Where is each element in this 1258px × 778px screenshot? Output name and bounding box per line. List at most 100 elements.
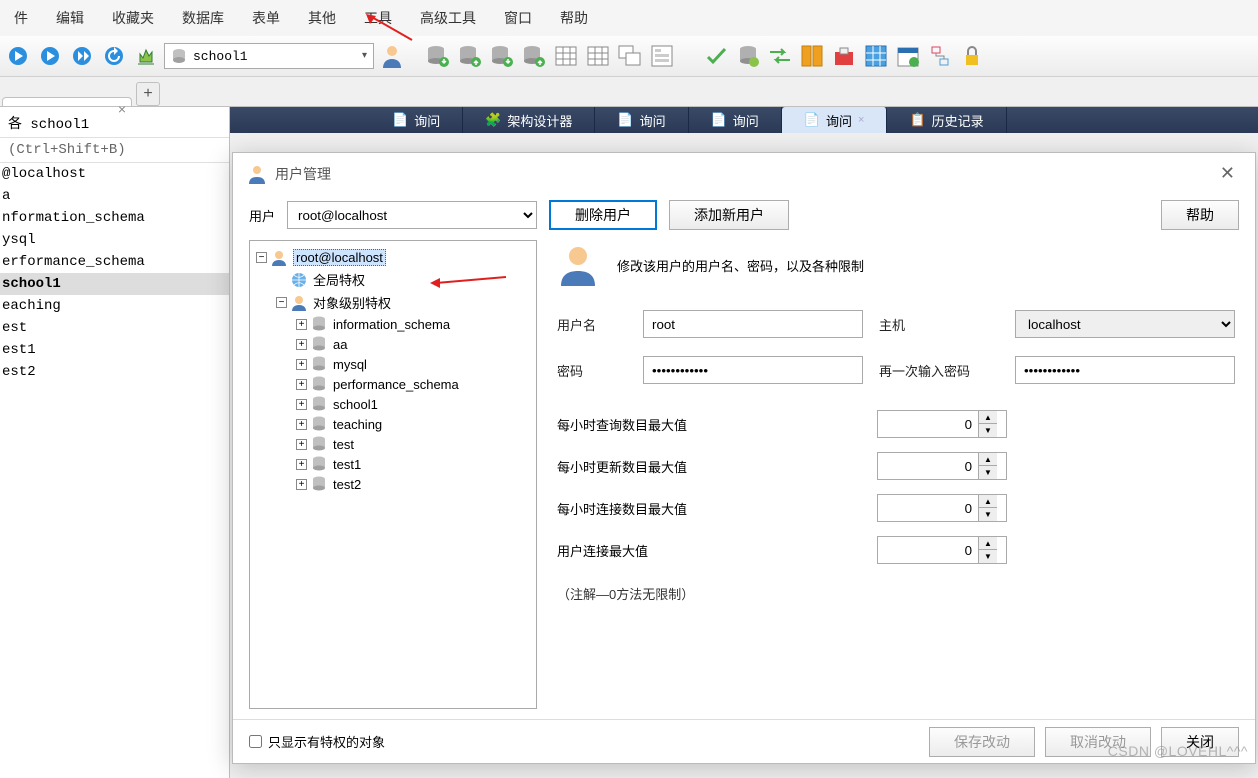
db-down-icon[interactable] xyxy=(488,42,516,70)
password-input[interactable] xyxy=(643,356,863,384)
lock-icon[interactable] xyxy=(958,42,986,70)
sidebar-item[interactable]: est2 xyxy=(0,361,229,383)
sidebar-item[interactable]: school1 xyxy=(0,273,229,295)
spin-down-icon[interactable]: ▼ xyxy=(979,508,997,521)
expand-icon[interactable]: + xyxy=(296,459,307,470)
menu-item[interactable]: 数据库 xyxy=(168,4,238,32)
query-tab[interactable]: 📄询问 xyxy=(689,107,782,133)
collapse-icon[interactable]: − xyxy=(276,297,287,308)
tree-db-label[interactable]: aa xyxy=(333,337,347,352)
menu-item[interactable]: 帮助 xyxy=(546,4,602,32)
database-combo[interactable]: school1 ▾ xyxy=(164,43,374,69)
chart-icon[interactable] xyxy=(132,42,160,70)
spin-up-icon[interactable]: ▲ xyxy=(979,495,997,508)
menu-item[interactable]: 件 xyxy=(0,4,42,32)
tree-db-label[interactable]: test2 xyxy=(333,477,361,492)
menu-item[interactable]: 其他 xyxy=(294,4,350,32)
table-icon[interactable] xyxy=(552,42,580,70)
tree-db-label[interactable]: teaching xyxy=(333,417,382,432)
query-tab[interactable]: 📄询问 xyxy=(595,107,688,133)
max-conns-spin[interactable]: ▲▼ xyxy=(877,494,1007,522)
max-conns-input[interactable] xyxy=(878,495,978,521)
sidebar-item[interactable]: nformation_schema xyxy=(0,207,229,229)
show-priv-only-input[interactable] xyxy=(249,735,262,748)
close-icon[interactable]: ✕ xyxy=(1214,163,1241,184)
sidebar-item[interactable]: eaching xyxy=(0,295,229,317)
menu-item[interactable]: 高级工具 xyxy=(406,4,490,32)
spin-down-icon[interactable]: ▼ xyxy=(979,550,997,563)
add-tab-button[interactable]: + xyxy=(136,82,160,106)
tree-db-label[interactable]: mysql xyxy=(333,357,367,372)
user-icon[interactable] xyxy=(378,42,406,70)
help-button[interactable]: 帮助 xyxy=(1161,200,1239,230)
tree-db-label[interactable]: test1 xyxy=(333,457,361,472)
db-up-icon[interactable] xyxy=(456,42,484,70)
refresh-icon[interactable] xyxy=(100,42,128,70)
query-tab[interactable]: 📄询问 xyxy=(370,107,463,133)
graph-icon[interactable] xyxy=(926,42,954,70)
max-user-conns-input[interactable] xyxy=(878,537,978,563)
spin-down-icon[interactable]: ▼ xyxy=(979,466,997,479)
expand-icon[interactable]: + xyxy=(296,339,307,350)
query-tab[interactable]: 🧩架构设计器 xyxy=(463,107,595,133)
history-tab[interactable]: 📋历史记录 xyxy=(887,107,1006,133)
menu-item[interactable]: 编辑 xyxy=(42,4,98,32)
db-up-icon[interactable] xyxy=(520,42,548,70)
max-queries-input[interactable] xyxy=(878,411,978,437)
forward-icon[interactable] xyxy=(68,42,96,70)
sidebar-item[interactable]: est xyxy=(0,317,229,339)
query-tab-active[interactable]: 📄询问× xyxy=(782,107,888,133)
kit-icon[interactable] xyxy=(830,42,858,70)
table-icon[interactable] xyxy=(584,42,612,70)
sidebar-item[interactable]: erformance_schema xyxy=(0,251,229,273)
max-updates-spin[interactable]: ▲▼ xyxy=(877,452,1007,480)
password2-input[interactable] xyxy=(1015,356,1235,384)
expand-icon[interactable]: + xyxy=(296,479,307,490)
spin-up-icon[interactable]: ▲ xyxy=(979,411,997,424)
expand-icon[interactable]: + xyxy=(296,419,307,430)
transfer-icon[interactable] xyxy=(798,42,826,70)
sidebar-item[interactable]: ysql xyxy=(0,229,229,251)
username-input[interactable] xyxy=(643,310,863,338)
sync-icon[interactable] xyxy=(766,42,794,70)
show-priv-only-checkbox[interactable]: 只显示有特权的对象 xyxy=(249,732,385,751)
spin-down-icon[interactable]: ▼ xyxy=(979,424,997,437)
close-icon[interactable]: × xyxy=(118,101,126,117)
db-down-icon[interactable] xyxy=(424,42,452,70)
expand-icon[interactable]: + xyxy=(296,379,307,390)
grid-icon[interactable] xyxy=(862,42,890,70)
check-icon[interactable] xyxy=(702,42,730,70)
expand-icon[interactable]: + xyxy=(296,439,307,450)
play-icon[interactable] xyxy=(4,42,32,70)
tree-db-label[interactable]: information_schema xyxy=(333,317,450,332)
db-tool-icon[interactable] xyxy=(734,42,762,70)
spin-up-icon[interactable]: ▲ xyxy=(979,537,997,550)
form-icon[interactable] xyxy=(648,42,676,70)
tree-root-label[interactable]: root@localhost xyxy=(293,249,386,266)
schedule-icon[interactable] xyxy=(894,42,922,70)
max-queries-spin[interactable]: ▲▼ xyxy=(877,410,1007,438)
expand-icon[interactable]: + xyxy=(296,399,307,410)
play-icon[interactable] xyxy=(36,42,64,70)
menu-item-tools[interactable]: 工具 xyxy=(350,4,406,32)
expand-icon[interactable]: + xyxy=(296,359,307,370)
sidebar-item[interactable]: @localhost xyxy=(0,163,229,185)
tab-blank[interactable]: × xyxy=(2,97,132,106)
sidebar-item[interactable]: est1 xyxy=(0,339,229,361)
sidebar-item[interactable]: a xyxy=(0,185,229,207)
add-user-button[interactable]: 添加新用户 xyxy=(669,200,789,230)
tree-db-label[interactable]: test xyxy=(333,437,354,452)
menu-item[interactable]: 表单 xyxy=(238,4,294,32)
tree-global-priv[interactable]: 全局特权 xyxy=(313,270,365,289)
tree-object-priv[interactable]: 对象级别特权 xyxy=(313,293,391,312)
spin-up-icon[interactable]: ▲ xyxy=(979,453,997,466)
expand-icon[interactable]: + xyxy=(296,319,307,330)
max-updates-input[interactable] xyxy=(878,453,978,479)
menu-item[interactable]: 收藏夹 xyxy=(98,4,168,32)
privilege-tree[interactable]: − root@localhost 全局特权 − 对象级别特权 + xyxy=(249,240,537,709)
tree-db-label[interactable]: school1 xyxy=(333,397,378,412)
host-select[interactable]: localhost xyxy=(1015,310,1235,338)
collapse-icon[interactable]: − xyxy=(256,252,267,263)
menu-item[interactable]: 窗口 xyxy=(490,4,546,32)
tree-db-label[interactable]: performance_schema xyxy=(333,377,459,392)
